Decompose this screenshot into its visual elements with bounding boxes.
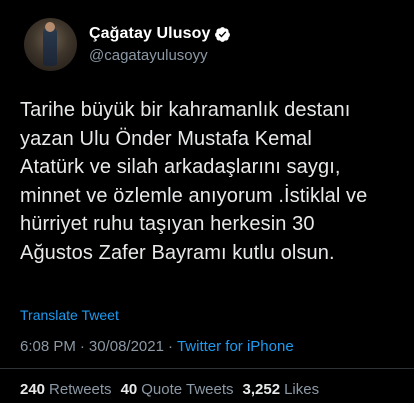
quote-tweets-label: Quote Tweets [141,381,234,398]
likes-count: 3,252 [242,381,281,398]
author-handle[interactable]: @cagatayulusoyy [89,47,231,64]
tweet-date[interactable]: 30/08/2021 [89,338,164,355]
meta-separator: · [167,338,173,355]
divider [0,368,414,369]
retweets-stat[interactable]: 240 Retweets [20,381,112,398]
tweet-time[interactable]: 6:08 PM [20,338,76,355]
retweets-count: 240 [20,381,46,398]
quote-tweets-count: 40 [120,381,138,398]
translate-tweet-link[interactable]: Translate Tweet [20,307,119,323]
tweet-detail: Çağatay Ulusoy @cagatayulusoyy Tarihe bü… [0,0,414,403]
quote-tweets-stat[interactable]: 40 Quote Tweets [121,381,234,398]
meta-separator: · [79,338,85,355]
tweet-metadata: 6:08 PM · 30/08/2021 · Twitter for iPhon… [20,338,294,355]
verified-badge-icon [214,26,231,43]
likes-stat[interactable]: 3,252 Likes [243,381,320,398]
likes-label: Likes [284,381,320,398]
avatar[interactable] [24,18,77,71]
tweet-header: Çağatay Ulusoy @cagatayulusoyy [24,18,231,71]
tweet-source-link[interactable]: Twitter for iPhone [177,338,294,355]
author-display-name[interactable]: Çağatay Ulusoy [89,25,210,43]
name-row: Çağatay Ulusoy [89,25,231,43]
tweet-stats: 240 Retweets 40 Quote Tweets 3,252 Likes [20,381,328,398]
author-names: Çağatay Ulusoy @cagatayulusoyy [89,25,231,64]
retweets-label: Retweets [49,381,112,398]
avatar-figure [43,26,57,66]
tweet-text: Tarihe büyük bir kahramanlık destanı yaz… [20,99,368,264]
avatar-head [45,22,55,32]
